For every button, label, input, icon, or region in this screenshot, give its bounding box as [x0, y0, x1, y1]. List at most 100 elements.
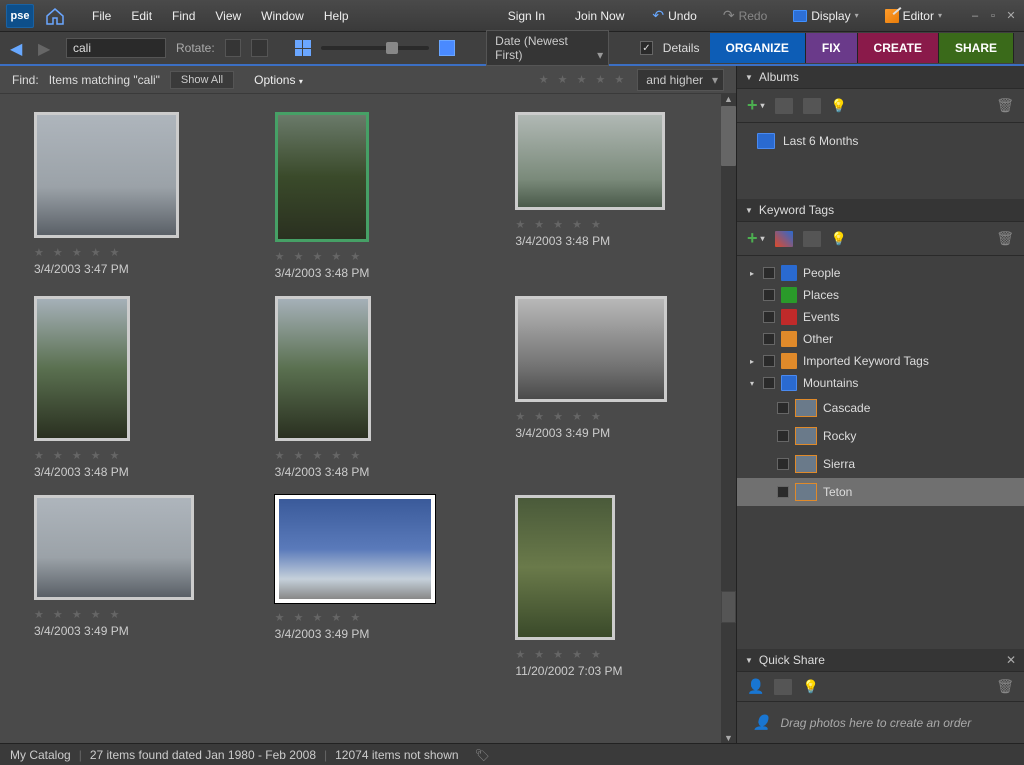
tab-fix[interactable]: FIX	[806, 33, 858, 63]
keywords-panel-header[interactable]: ▼Keyword Tags	[737, 199, 1024, 222]
rotate-right-button[interactable]	[251, 39, 267, 57]
quickshare-tool[interactable]	[774, 679, 792, 695]
tag-checkbox[interactable]	[777, 458, 789, 470]
maximize-button[interactable]: ▫	[986, 9, 1000, 23]
tag-category-other[interactable]: Other	[737, 328, 1024, 350]
close-button[interactable]: ✕	[1004, 9, 1018, 23]
thumbnail-cell[interactable]: ★ ★ ★ ★ ★3/4/2003 3:48 PM	[14, 288, 255, 487]
tag-item-sierra[interactable]: Sierra	[737, 450, 1024, 478]
scrollbar-thumb[interactable]	[721, 106, 736, 166]
thumbnail-image[interactable]	[275, 495, 435, 603]
tag-category-places[interactable]: Places	[737, 284, 1024, 306]
thumbnail-rating[interactable]: ★ ★ ★ ★ ★	[34, 608, 123, 621]
menu-edit[interactable]: Edit	[121, 5, 162, 27]
tag-checkbox[interactable]	[777, 486, 789, 498]
tag-category-imported-keyword-tags[interactable]: ▸Imported Keyword Tags	[737, 350, 1024, 372]
thumbnail-rating[interactable]: ★ ★ ★ ★ ★	[275, 611, 364, 624]
tag-tool-1[interactable]	[775, 231, 793, 247]
thumbnail-rating[interactable]: ★ ★ ★ ★ ★	[275, 250, 364, 263]
nav-back-button[interactable]: ◀	[10, 39, 28, 57]
tag-checkbox[interactable]	[763, 333, 775, 345]
add-tag-button[interactable]: +	[747, 228, 765, 249]
quickshare-close-icon[interactable]: ✕	[1006, 653, 1016, 667]
tag-item-rocky[interactable]: Rocky	[737, 422, 1024, 450]
album-tool-1[interactable]	[775, 98, 793, 114]
display-dropdown[interactable]: Display▾	[785, 6, 866, 26]
thumbnail-cell[interactable]: ★ ★ ★ ★ ★3/4/2003 3:48 PM	[255, 104, 496, 288]
tag-category-events[interactable]: Events	[737, 306, 1024, 328]
album-trash-icon[interactable]: 🗑	[996, 97, 1014, 114]
app-logo[interactable]: pse	[6, 4, 34, 28]
thumbnail-image[interactable]	[515, 495, 615, 640]
scroll-handle[interactable]	[721, 591, 736, 623]
tab-create[interactable]: CREATE	[858, 33, 939, 63]
tag-category-mountains[interactable]: ▾Mountains	[737, 372, 1024, 394]
editor-dropdown[interactable]: Editor▾	[877, 6, 950, 26]
thumbnail-cell[interactable]: ★ ★ ★ ★ ★3/4/2003 3:47 PM	[14, 104, 255, 288]
thumbnail-image[interactable]	[275, 112, 369, 242]
menu-file[interactable]: File	[82, 5, 121, 27]
sort-dropdown[interactable]: Date (Newest First)	[486, 30, 609, 66]
thumbnail-rating[interactable]: ★ ★ ★ ★ ★	[275, 449, 364, 462]
person-icon[interactable]: 👤	[747, 678, 764, 695]
tag-checkbox[interactable]	[777, 430, 789, 442]
quickshare-tips-icon[interactable]: 💡	[802, 679, 818, 695]
thumbnail-image[interactable]	[275, 296, 371, 441]
undo-button[interactable]: ↶Undo	[644, 4, 704, 27]
thumbnail-cell[interactable]: ★ ★ ★ ★ ★11/20/2002 7:03 PM	[495, 487, 736, 686]
show-all-button[interactable]: Show All	[170, 71, 234, 89]
add-album-button[interactable]: +	[747, 95, 765, 116]
thumbnail-rating[interactable]: ★ ★ ★ ★ ★	[515, 648, 604, 661]
thumbnail-rating[interactable]: ★ ★ ★ ★ ★	[515, 410, 604, 423]
thumbnail-cell[interactable]: ★ ★ ★ ★ ★3/4/2003 3:49 PM	[255, 487, 496, 686]
tag-checkbox[interactable]	[763, 311, 775, 323]
options-dropdown[interactable]: Options ▾	[244, 69, 313, 91]
thumbnail-rating[interactable]: ★ ★ ★ ★ ★	[34, 246, 123, 259]
home-icon[interactable]	[42, 5, 68, 27]
thumbnail-cell[interactable]: ★ ★ ★ ★ ★3/4/2003 3:49 PM	[14, 487, 255, 686]
tag-checkbox[interactable]	[763, 267, 775, 279]
thumbnail-cell[interactable]: ★ ★ ★ ★ ★3/4/2003 3:49 PM	[495, 288, 736, 487]
tag-checkbox[interactable]	[763, 377, 775, 389]
thumbnail-image[interactable]	[34, 296, 130, 441]
rating-filter-stars[interactable]: ★ ★ ★ ★ ★	[539, 73, 628, 86]
rating-filter-dropdown[interactable]: and higher	[637, 69, 724, 91]
tag-trash-icon[interactable]: 🗑	[996, 230, 1014, 247]
grid-view-button[interactable]	[295, 40, 311, 56]
tag-checkbox[interactable]	[763, 355, 775, 367]
thumbnail-image[interactable]	[34, 495, 194, 600]
quickshare-dropzone[interactable]: 👤 Drag photos here to create an order	[737, 702, 1024, 743]
thumbnail-size-slider[interactable]	[321, 46, 429, 50]
menu-help[interactable]: Help	[314, 5, 359, 27]
menu-window[interactable]: Window	[251, 5, 314, 27]
tag-checkbox[interactable]	[763, 289, 775, 301]
scrollbar[interactable]: ▲ ▼	[721, 94, 736, 743]
thumbnail-image[interactable]	[34, 112, 179, 238]
album-tool-2[interactable]	[803, 98, 821, 114]
details-checkbox[interactable]: ✓	[640, 41, 653, 55]
quickshare-panel-header[interactable]: ▼Quick Share✕	[737, 649, 1024, 672]
tag-checkbox[interactable]	[777, 402, 789, 414]
menu-find[interactable]: Find	[162, 5, 205, 27]
single-view-button[interactable]	[439, 40, 455, 56]
thumbnail-rating[interactable]: ★ ★ ★ ★ ★	[515, 218, 604, 231]
tab-organize[interactable]: ORGANIZE	[710, 33, 806, 63]
minimize-button[interactable]: –	[968, 9, 982, 23]
signin-link[interactable]: Sign In	[498, 5, 555, 27]
thumbnail-cell[interactable]: ★ ★ ★ ★ ★3/4/2003 3:48 PM	[495, 104, 736, 288]
tag-category-people[interactable]: ▸People	[737, 262, 1024, 284]
albums-panel-header[interactable]: ▼Albums	[737, 66, 1024, 89]
menu-view[interactable]: View	[205, 5, 251, 27]
tag-tool-2[interactable]	[803, 231, 821, 247]
tag-tips-icon[interactable]: 💡	[831, 231, 847, 247]
tag-item-teton[interactable]: Teton	[737, 478, 1024, 506]
thumbnail-image[interactable]	[515, 296, 667, 402]
thumbnail-cell[interactable]: ★ ★ ★ ★ ★3/4/2003 3:48 PM	[255, 288, 496, 487]
album-item[interactable]: Last 6 Months	[737, 129, 1024, 153]
tab-share[interactable]: SHARE	[939, 33, 1014, 63]
thumbnail-rating[interactable]: ★ ★ ★ ★ ★	[34, 449, 123, 462]
thumbnail-image[interactable]	[515, 112, 665, 210]
album-tips-icon[interactable]: 💡	[831, 98, 847, 114]
joinnow-link[interactable]: Join Now	[565, 5, 634, 27]
quickshare-trash-icon[interactable]: 🗑	[996, 678, 1014, 695]
